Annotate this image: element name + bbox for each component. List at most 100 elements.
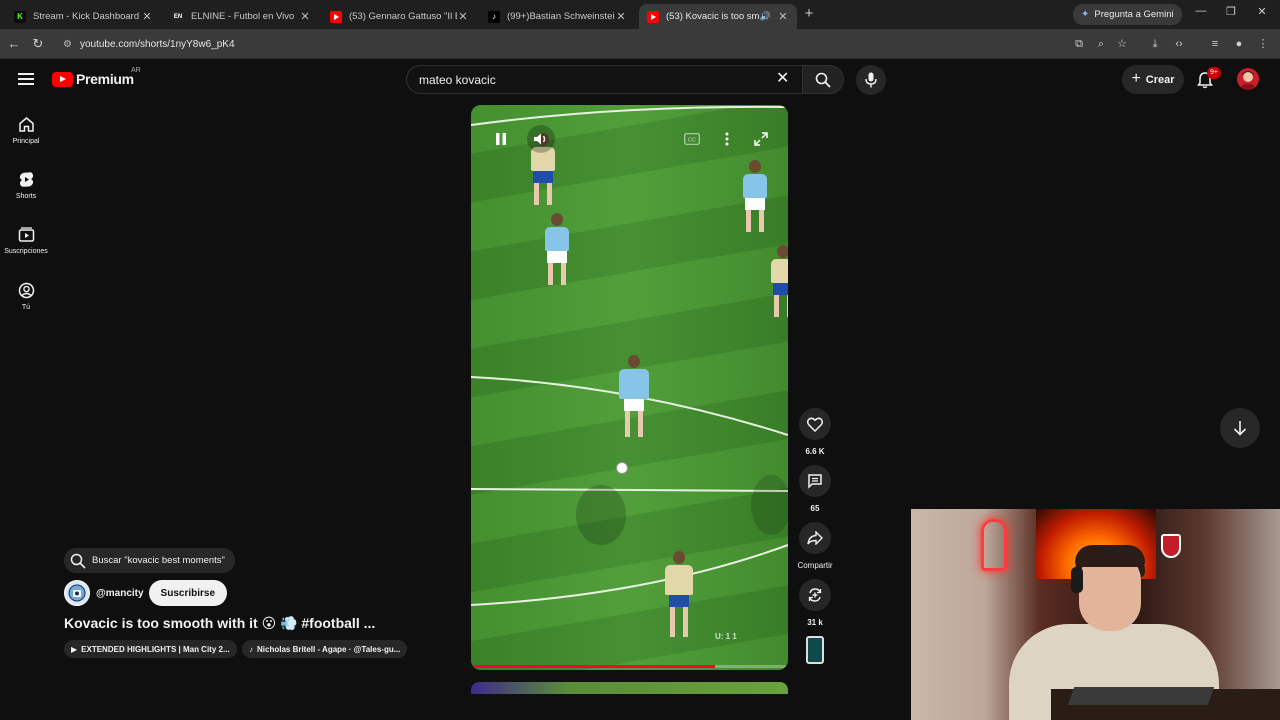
subscribe-button[interactable]: Suscribirse	[148, 580, 228, 606]
remix-button[interactable]: 31 k	[799, 579, 831, 627]
tiktok-icon: ♪	[488, 10, 500, 23]
captions-icon: CC	[684, 133, 700, 145]
search-icon	[815, 72, 831, 88]
progress-bar[interactable]	[471, 665, 788, 668]
comment-icon	[808, 474, 822, 489]
window-close-icon[interactable]: ✕	[1252, 5, 1272, 18]
close-tab-icon[interactable]: ✕	[777, 10, 789, 23]
more-options-button[interactable]	[713, 125, 741, 153]
browser-menu-icon[interactable]: ⋮	[1256, 37, 1270, 51]
browser-tab-bar: K Stream - Kick Dashboard ✕ EN ELNINE - …	[0, 0, 1280, 29]
plus-icon: +	[1131, 69, 1141, 87]
youtube-premium-logo[interactable]: Premium AR	[52, 67, 141, 87]
comment-count: 65	[810, 504, 820, 513]
music-text: Nicholas Britell - Agape · @Tales-gu...	[257, 644, 401, 654]
create-label: Crear	[1145, 73, 1175, 86]
gemini-button[interactable]: ✦ Pregunta a Gemini	[1073, 4, 1182, 25]
you-icon	[18, 282, 34, 299]
close-tab-icon[interactable]: ✕	[457, 10, 469, 23]
search-button[interactable]	[802, 65, 844, 94]
scoreboard-overlay: U: 1 1	[715, 632, 737, 641]
clear-search-icon[interactable]: ✕	[776, 70, 789, 88]
like-button[interactable]: 6.6 K	[799, 408, 831, 456]
channel-avatar[interactable]	[64, 580, 90, 606]
logo-text: Premium	[76, 71, 134, 87]
new-tab-button[interactable]: +	[801, 6, 817, 22]
fullscreen-button[interactable]	[747, 125, 775, 153]
browser-toolbar: ← ↻ ⚙ youtube.com/shorts/1nyY8w6_pK4 ⧉ ⌕…	[0, 29, 1280, 59]
close-tab-icon[interactable]: ✕	[615, 10, 627, 23]
gemini-label: Pregunta a Gemini	[1094, 9, 1174, 20]
audio-track-thumbnail[interactable]	[806, 636, 824, 664]
youtube-header: Premium AR mateo kovacic ✕ + Crear 9+	[0, 59, 1280, 101]
browser-tab-schweinsteiger[interactable]: ♪ (99+)Bastian Schweinsteiger: Si ✕	[480, 4, 635, 29]
music-chip[interactable]: ♪ Nicholas Britell - Agape · @Tales-gu..…	[242, 640, 408, 658]
heart-icon	[807, 417, 823, 432]
guide-label: Tú	[21, 304, 31, 311]
youtube-logo-icon	[52, 71, 73, 87]
bookmark-star-icon[interactable]: ☆	[1115, 37, 1129, 51]
share-label: Compartir	[797, 561, 833, 570]
short-video-player[interactable]: CC U: 1 1	[471, 105, 788, 670]
browser-tab-elnine[interactable]: EN ELNINE - Futbol en Vivo ✕	[164, 4, 319, 29]
back-icon[interactable]: ←	[6, 36, 22, 52]
address-bar[interactable]: ⚙ youtube.com/shorts/1nyY8w6_pK4	[55, 32, 1135, 56]
expand-icon	[754, 132, 768, 146]
zoom-icon[interactable]: ⌕	[1094, 37, 1108, 51]
account-avatar[interactable]	[1237, 68, 1259, 90]
man-city-crest-icon	[68, 584, 86, 602]
close-tab-icon[interactable]: ✕	[141, 10, 153, 23]
arrow-down-icon	[1233, 421, 1247, 436]
guide-label: Shorts	[15, 193, 37, 200]
play-icon: ▶	[71, 644, 78, 654]
voice-search-button[interactable]	[856, 65, 886, 95]
minimize-icon[interactable]: —	[1191, 5, 1211, 17]
captions-button[interactable]: CC	[678, 125, 706, 153]
hamburger-menu-icon[interactable]	[18, 73, 34, 85]
progress-fill	[471, 665, 716, 668]
next-short-preview[interactable]	[471, 682, 788, 694]
browser-tab-kovacic[interactable]: (53) Kovacic is too smooth 🔊 ✕	[639, 4, 797, 29]
create-button[interactable]: + Crear	[1122, 65, 1184, 94]
tab-title: ELNINE - Futbol en Vivo	[191, 11, 295, 22]
share-button[interactable]: Compartir	[795, 522, 835, 570]
devtools-icon[interactable]: ‹›	[1172, 37, 1186, 51]
tab-search-icon[interactable]: ≡	[1208, 37, 1222, 51]
kovacic-figure	[619, 355, 649, 437]
svg-text:CC: CC	[688, 137, 696, 143]
close-tab-icon[interactable]: ✕	[299, 10, 311, 23]
reload-icon[interactable]: ↻	[30, 36, 46, 52]
search-value: mateo kovacic	[419, 72, 496, 87]
tab-title: Stream - Kick Dashboard	[33, 11, 140, 22]
youtube-icon	[330, 10, 342, 23]
next-short-button[interactable]	[1220, 408, 1260, 448]
browser-tab-gattuso[interactable]: (53) Gennaro Gattuso "Il Eterno ✕	[322, 4, 477, 29]
music-note-icon: ♪	[249, 644, 253, 654]
site-info-icon[interactable]: ⚙	[63, 39, 72, 50]
volume-button[interactable]	[527, 125, 555, 153]
tab-title: (99+)Bastian Schweinsteiger: Si	[507, 11, 615, 22]
browser-tab-kick[interactable]: K Stream - Kick Dashboard ✕	[6, 4, 161, 29]
speaker-icon[interactable]: 🔊	[760, 11, 771, 22]
search-input[interactable]: mateo kovacic	[406, 65, 803, 94]
related-search-chip[interactable]: Buscar "kovacic best moments"	[64, 548, 235, 573]
comments-button[interactable]: 65	[799, 465, 831, 513]
profile-icon[interactable]: ●	[1232, 37, 1246, 51]
guide-item-shorts[interactable]: Shorts	[0, 171, 52, 200]
channel-name[interactable]: @mancity	[96, 588, 144, 599]
restore-icon[interactable]: ❐	[1221, 5, 1241, 18]
pause-button[interactable]	[487, 125, 515, 153]
download-icon[interactable]: ⤓	[1148, 37, 1162, 51]
guide-item-you[interactable]: Tú	[0, 282, 52, 311]
tab-title: (53) Gennaro Gattuso "Il Eterno	[349, 11, 457, 22]
install-icon[interactable]: ⧉	[1072, 37, 1086, 51]
guide-item-home[interactable]: Principal	[0, 116, 52, 145]
linked-video-text: EXTENDED HIGHLIGHTS | Man City 2...	[81, 644, 230, 654]
webcam-overlay	[911, 509, 1280, 720]
share-icon	[807, 531, 823, 545]
more-vert-icon	[725, 132, 729, 146]
linked-video-chip[interactable]: ▶ EXTENDED HIGHLIGHTS | Man City 2...	[64, 640, 237, 658]
player-figure	[665, 551, 693, 637]
guide-item-subscriptions[interactable]: Suscripciones	[0, 226, 52, 255]
short-title[interactable]: Kovacic is too smooth with it 😮 💨 #footb…	[64, 615, 375, 632]
